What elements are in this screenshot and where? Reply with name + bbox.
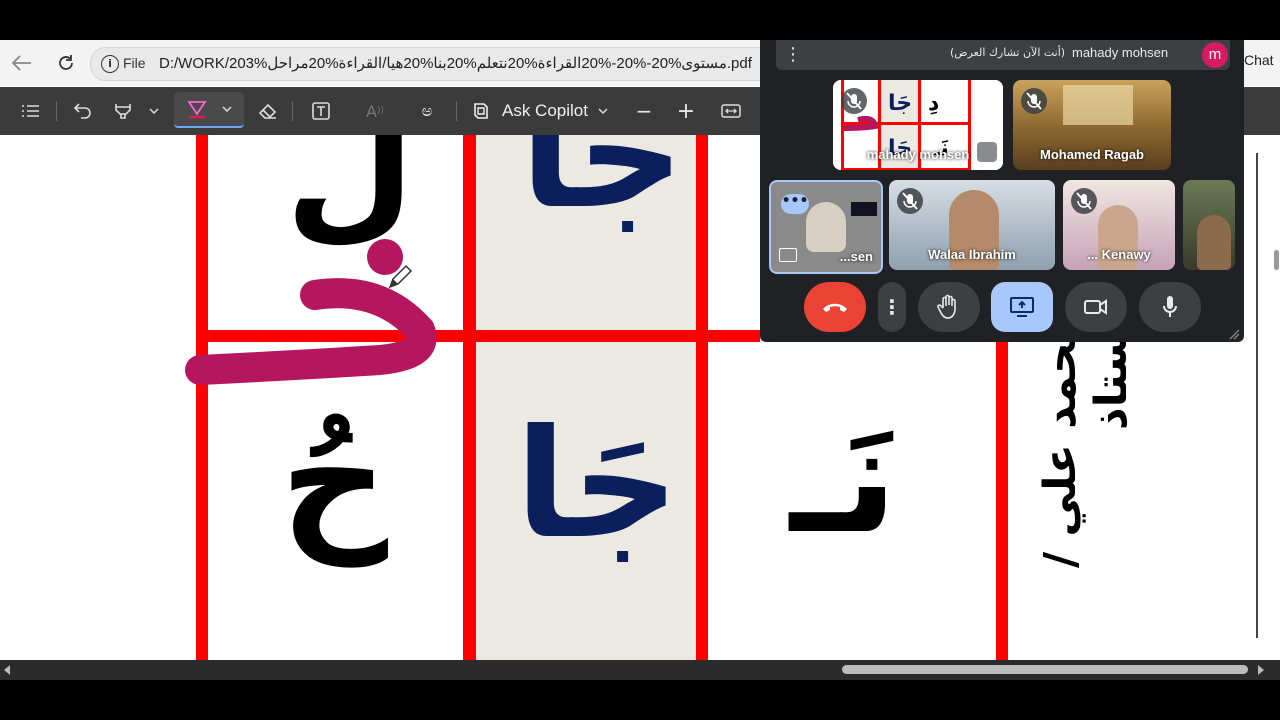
info-icon[interactable]: i <box>101 55 119 73</box>
undo-icon[interactable] <box>70 97 96 125</box>
scrollbar-thumb[interactable] <box>842 665 1248 674</box>
participant-tile[interactable]: ••• ...sen <box>769 180 883 274</box>
scroll-right-icon[interactable] <box>1258 665 1264 675</box>
scheme-label: File <box>123 55 146 71</box>
svg-text:جَا: جَا <box>888 91 912 116</box>
draw-icon <box>187 101 207 119</box>
presenting-note: (أنت الآن تشارك العرض) <box>950 46 1066 59</box>
grid-line <box>696 135 708 660</box>
present-screen-button[interactable] <box>991 282 1053 332</box>
participant-tile[interactable]: دِ جَا جَا نَـ mahady mohsen <box>833 80 1003 170</box>
end-call-button[interactable] <box>804 282 866 332</box>
copilot-icon <box>474 103 488 119</box>
translate-icon[interactable]: ಅ <box>414 97 440 125</box>
camera-icon <box>1084 299 1107 315</box>
toolbar-divider <box>456 101 457 121</box>
ask-copilot-label: Ask Copilot <box>502 101 588 120</box>
microphone-button[interactable] <box>1139 282 1201 332</box>
mic-off-icon <box>1071 188 1097 214</box>
more-options-icon: ⋮ <box>882 295 902 319</box>
microphone-icon <box>1163 296 1177 317</box>
scroll-left-icon[interactable] <box>4 665 10 675</box>
horizontal-scrollbar[interactable] <box>0 660 1280 680</box>
grid-line <box>463 135 476 660</box>
back-arrow-icon[interactable] <box>8 50 36 76</box>
participant-video <box>1197 215 1231 270</box>
highlighter-icon[interactable] <box>110 97 136 125</box>
avatar: m <box>1202 42 1228 68</box>
participant-name: ... Kenawy <box>1087 247 1151 262</box>
grid-letter: نَـ <box>790 393 898 567</box>
contents-icon[interactable] <box>18 97 44 125</box>
grid-line <box>996 335 1008 660</box>
participant-video <box>851 202 877 216</box>
chevron-down-icon <box>222 106 232 112</box>
grid-letter: حُ <box>280 393 389 567</box>
mic-off-icon <box>1021 88 1047 114</box>
scrollbar-track <box>1256 153 1270 638</box>
fit-width-icon[interactable] <box>718 97 744 125</box>
end-call-icon <box>823 303 847 312</box>
pen-cursor-icon <box>388 264 413 289</box>
more-options-icon[interactable]: ⋮ <box>784 44 802 65</box>
read-aloud-icon[interactable]: A)) <box>362 97 388 125</box>
window-light <box>1063 85 1133 125</box>
participant-tile[interactable]: Walaa Ibrahim <box>889 180 1055 270</box>
address-bar[interactable]: i File D:/WORK/203%مستوى%20-%20-%20القرا… <box>90 47 792 81</box>
toolbar-divider <box>56 101 57 121</box>
svg-text:دِ: دِ <box>928 91 939 116</box>
raise-hand-icon <box>937 294 956 319</box>
vertical-scrollbar[interactable] <box>1248 135 1280 660</box>
camera-button[interactable] <box>1065 282 1127 332</box>
grid-letter: جَا <box>515 398 680 572</box>
chevron-down-icon <box>598 108 608 114</box>
grid-letter: لَ <box>285 135 416 257</box>
ask-copilot-button[interactable]: Ask Copilot <box>470 97 608 125</box>
chevron-down-icon[interactable] <box>146 97 162 125</box>
meet-header: ⋮ (أنت الآن تشارك العرض) mahady mohsen m <box>776 40 1230 70</box>
zoom-out-button[interactable]: − <box>633 97 655 125</box>
chat-button[interactable]: Chat <box>1244 52 1274 68</box>
participant-tile[interactable]: Mohamed Ragab <box>1013 80 1171 170</box>
grid-letter: جَا <box>520 135 685 242</box>
pin-icon[interactable] <box>977 142 997 162</box>
participant-tile[interactable]: ... Kenawy <box>1063 180 1175 270</box>
present-screen-icon <box>1010 297 1034 317</box>
handwritten-annotation <box>185 239 437 385</box>
participant-tile[interactable] <box>1183 180 1235 270</box>
resize-handle-icon[interactable] <box>1228 328 1240 340</box>
text-box-icon[interactable] <box>308 97 334 125</box>
picture-in-picture-icon[interactable] <box>779 248 797 262</box>
mic-off-icon <box>897 188 923 214</box>
draw-button[interactable] <box>174 92 244 128</box>
meet-panel: ⋮ (أنت الآن تشارك العرض) mahady mohsen m… <box>760 40 1244 342</box>
participant-video <box>806 202 846 252</box>
participant-name: Mohamed Ragab <box>1039 147 1144 162</box>
speaking-indicator-icon: ••• <box>781 194 809 214</box>
teacher-name: محمد علي / أستاذ <box>1035 315 1137 569</box>
url-text[interactable]: D:/WORK/203%مستوى%20-%20-%20القراءة%20نت… <box>159 54 752 72</box>
raise-hand-button[interactable] <box>918 282 980 332</box>
toolbar-divider <box>292 101 293 121</box>
zoom-in-button[interactable]: + <box>675 97 697 125</box>
participant-name: Walaa Ibrahim <box>928 247 1016 262</box>
eraser-icon[interactable] <box>256 97 280 125</box>
participant-name: ...sen <box>839 249 873 264</box>
presenter-name: mahady mohsen <box>1072 45 1169 60</box>
refresh-icon[interactable] <box>52 50 80 76</box>
mic-off-icon <box>841 88 867 114</box>
more-options-button[interactable]: ⋮ <box>878 282 906 332</box>
scrollbar-thumb[interactable] <box>1274 250 1279 270</box>
